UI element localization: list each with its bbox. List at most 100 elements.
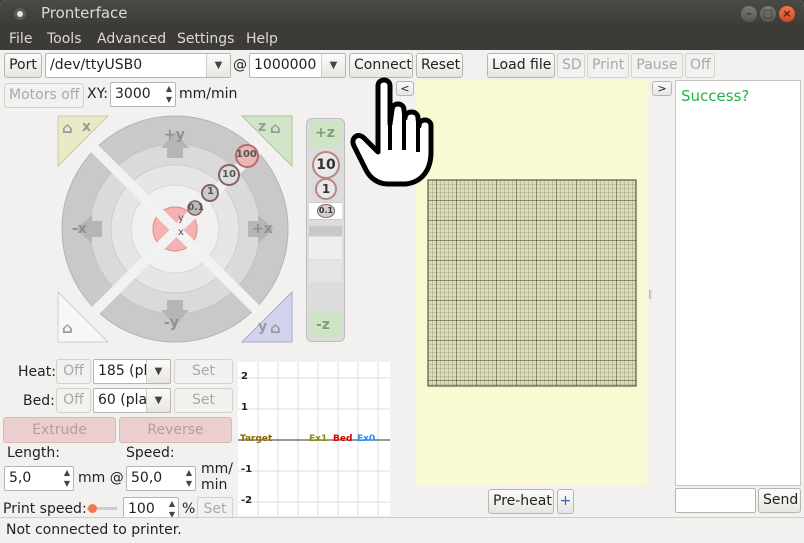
plus-x-label: +x [252,221,273,237]
speed-label: Speed: [126,445,175,461]
step-1-label: 1 [207,186,214,197]
z-divider [309,226,342,236]
spinner-icon[interactable]: ▲ ▼ [61,467,73,490]
print-speed-label: Print speed: [3,501,87,517]
sd-button[interactable]: SD [557,53,585,78]
home-y-icon: ⌂ [270,319,281,337]
step-100-label: 100 [236,149,257,160]
motors-off-button[interactable]: Motors off [4,83,84,108]
window-title: Pronterface [41,4,128,22]
legend-ex1: Ex1 [309,434,328,444]
console-input[interactable] [675,488,756,513]
print-preview-panel[interactable] [416,80,647,486]
extrude-button[interactable]: Extrude [3,417,116,443]
legend-bed: Bed [333,434,353,444]
menu-advanced[interactable]: Advanced [97,31,166,47]
off-button[interactable]: Off [685,53,715,78]
speed-unit: mm/ min [201,461,233,493]
home-all-icon: ⌂ [62,319,73,337]
add-button[interactable]: + [557,489,574,514]
plus-z-label: +z [315,125,335,141]
heat-select[interactable]: 185 (pl ▼ [93,359,171,384]
heat-value: 185 (pl [98,363,148,379]
close-icon[interactable]: × [779,6,795,22]
menu-settings[interactable]: Settings [177,31,234,47]
center-x-label: x [178,227,184,238]
port-value: /dev/ttyUSB0 [50,57,143,73]
app-window: Pronterface – □ × File Tools Advanced Se… [0,0,804,543]
hand-cursor-icon [350,77,434,187]
chevron-down-icon[interactable]: ▼ [206,54,230,77]
load-file-button[interactable]: Load file [487,53,555,78]
baud-value: 1000000 [254,57,317,73]
port-select[interactable]: /dev/ttyUSB0 ▼ [45,53,231,78]
graph-tick: 2 [241,371,248,382]
print-button[interactable]: Print [587,53,629,78]
spinner-icon[interactable]: ▲ ▼ [183,467,195,490]
menu-tools[interactable]: Tools [47,31,82,47]
minus-y-label: -y [164,315,179,331]
chevron-down-icon[interactable]: ▼ [321,54,345,77]
menu-help[interactable]: Help [246,31,278,47]
home-x-label: x [82,119,92,135]
send-button[interactable]: Send [758,488,801,513]
speed-input[interactable]: 50,0 ▲ ▼ [126,466,196,491]
graph-tick: -2 [241,495,253,506]
z-jog-column[interactable]: +z 10 1 0.1 -z [306,118,345,342]
plus-y-label: +y [164,127,185,143]
bed-label: Bed: [23,393,55,409]
console-log[interactable]: Success? [675,80,801,486]
step-01-label: 0.1 [188,203,204,213]
status-text: Not connected to printer. [6,522,182,538]
length-label: Length: [7,445,61,461]
status-bar: Not connected to printer. [0,517,804,543]
bed-select[interactable]: 60 (pla ▼ [93,388,171,413]
minus-x-label: -x [72,221,87,237]
port-button[interactable]: Port [4,53,42,78]
home-z-label: z [258,119,267,135]
xy-feedrate-value: 3000 [115,86,151,102]
reverse-button[interactable]: Reverse [119,417,232,443]
home-z-icon: ⌂ [270,119,281,137]
menu-file[interactable]: File [9,31,32,47]
bed-set-button[interactable]: Set [174,388,233,413]
z-step-1[interactable]: 1 [315,178,337,200]
percent-label: % [182,501,196,517]
print-bed-grid [427,179,637,387]
legend-ex0: Ex0 [357,434,376,444]
chevron-down-icon[interactable]: ▼ [146,360,170,383]
expand-right-button[interactable]: > [652,81,672,96]
graph-tick: -1 [241,464,253,475]
home-y-label: y [258,319,268,335]
temperature-graph: 2 1 -1 -2 Target Ex1 Bed Ex0 [238,362,390,516]
minus-z-label: -z [316,317,330,333]
heat-off-button[interactable]: Off [56,359,91,384]
splitter-handle[interactable]: ‖ [648,290,653,300]
home-x-icon: ⌂ [62,119,73,137]
pause-button[interactable]: Pause [631,53,683,78]
heat-set-button[interactable]: Set [174,359,233,384]
spinner-icon[interactable]: ▲ ▼ [163,83,175,106]
baud-select[interactable]: 1000000 ▼ [249,53,346,78]
title-bar: Pronterface – □ × [0,0,804,28]
slider-thumb[interactable] [88,504,97,513]
center-y-label: y [178,213,184,224]
bed-off-button[interactable]: Off [56,388,91,413]
z-step-10[interactable]: 10 [312,151,340,179]
maximize-icon[interactable]: □ [760,6,776,22]
z-step-01[interactable]: 0.1 [317,204,335,218]
console-message: Success? [681,87,750,105]
length-value: 5,0 [9,470,32,486]
app-icon [14,8,26,20]
xy-feedrate-input[interactable]: 3000 ▲ ▼ [110,82,176,107]
minimize-icon[interactable]: – [741,6,757,22]
print-speed-value: 100 [128,501,155,517]
menu-bar: File Tools Advanced Settings Help [0,28,804,50]
at-label: @ [233,57,247,73]
length-input[interactable]: 5,0 ▲ ▼ [4,466,74,491]
mm-at-label: mm @ [78,470,124,486]
preheat-button[interactable]: Pre-heat [488,489,554,514]
heat-label: Heat: [18,364,56,380]
z-step-slot [309,260,342,282]
chevron-down-icon[interactable]: ▼ [146,389,170,412]
